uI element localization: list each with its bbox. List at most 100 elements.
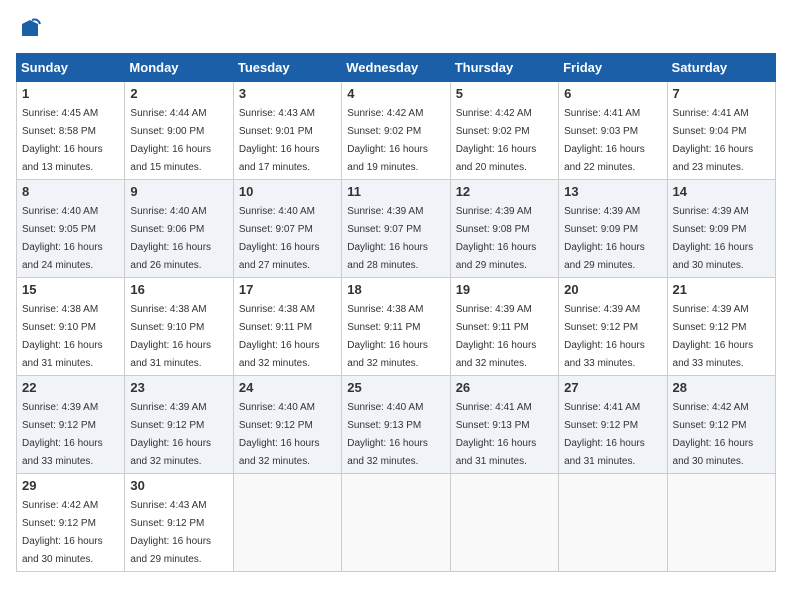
day-info: Sunrise: 4:39 AM Sunset: 9:09 PM Dayligh… — [673, 206, 754, 271]
day-info: Sunrise: 4:39 AM Sunset: 9:12 PM Dayligh… — [564, 304, 645, 369]
week-row-5: 29 Sunrise: 4:42 AM Sunset: 9:12 PM Dayl… — [17, 474, 776, 572]
calendar-cell: 5 Sunrise: 4:42 AM Sunset: 9:02 PM Dayli… — [450, 82, 558, 180]
calendar-cell: 8 Sunrise: 4:40 AM Sunset: 9:05 PM Dayli… — [17, 180, 125, 278]
calendar-cell: 26 Sunrise: 4:41 AM Sunset: 9:13 PM Dayl… — [450, 376, 558, 474]
logo-icon — [18, 16, 42, 40]
day-info: Sunrise: 4:42 AM Sunset: 9:12 PM Dayligh… — [22, 500, 103, 565]
day-info: Sunrise: 4:41 AM Sunset: 9:04 PM Dayligh… — [673, 108, 754, 173]
day-info: Sunrise: 4:41 AM Sunset: 9:13 PM Dayligh… — [456, 402, 537, 467]
calendar-cell: 1 Sunrise: 4:45 AM Sunset: 8:58 PM Dayli… — [17, 82, 125, 180]
day-info: Sunrise: 4:39 AM Sunset: 9:11 PM Dayligh… — [456, 304, 537, 369]
calendar-cell: 9 Sunrise: 4:40 AM Sunset: 9:06 PM Dayli… — [125, 180, 233, 278]
day-number: 9 — [130, 184, 227, 199]
calendar-cell: 17 Sunrise: 4:38 AM Sunset: 9:11 PM Dayl… — [233, 278, 341, 376]
day-number: 4 — [347, 86, 444, 101]
day-number: 15 — [22, 282, 119, 297]
day-info: Sunrise: 4:39 AM Sunset: 9:12 PM Dayligh… — [22, 402, 103, 467]
day-header-saturday: Saturday — [667, 54, 775, 82]
calendar-cell: 6 Sunrise: 4:41 AM Sunset: 9:03 PM Dayli… — [559, 82, 667, 180]
day-number: 5 — [456, 86, 553, 101]
day-info: Sunrise: 4:41 AM Sunset: 9:03 PM Dayligh… — [564, 108, 645, 173]
day-info: Sunrise: 4:38 AM Sunset: 9:11 PM Dayligh… — [239, 304, 320, 369]
day-info: Sunrise: 4:44 AM Sunset: 9:00 PM Dayligh… — [130, 108, 211, 173]
day-number: 19 — [456, 282, 553, 297]
calendar-cell — [450, 474, 558, 572]
day-number: 2 — [130, 86, 227, 101]
calendar-cell: 4 Sunrise: 4:42 AM Sunset: 9:02 PM Dayli… — [342, 82, 450, 180]
day-info: Sunrise: 4:42 AM Sunset: 9:02 PM Dayligh… — [347, 108, 428, 173]
day-info: Sunrise: 4:38 AM Sunset: 9:10 PM Dayligh… — [22, 304, 103, 369]
day-number: 14 — [673, 184, 770, 199]
day-number: 26 — [456, 380, 553, 395]
day-header-sunday: Sunday — [17, 54, 125, 82]
day-info: Sunrise: 4:40 AM Sunset: 9:05 PM Dayligh… — [22, 206, 103, 271]
day-info: Sunrise: 4:40 AM Sunset: 9:12 PM Dayligh… — [239, 402, 320, 467]
calendar-cell: 30 Sunrise: 4:43 AM Sunset: 9:12 PM Dayl… — [125, 474, 233, 572]
calendar-cell — [233, 474, 341, 572]
calendar-cell — [667, 474, 775, 572]
calendar-cell: 19 Sunrise: 4:39 AM Sunset: 9:11 PM Dayl… — [450, 278, 558, 376]
calendar-cell: 20 Sunrise: 4:39 AM Sunset: 9:12 PM Dayl… — [559, 278, 667, 376]
day-info: Sunrise: 4:42 AM Sunset: 9:02 PM Dayligh… — [456, 108, 537, 173]
day-number: 18 — [347, 282, 444, 297]
calendar-cell: 7 Sunrise: 4:41 AM Sunset: 9:04 PM Dayli… — [667, 82, 775, 180]
calendar-cell — [342, 474, 450, 572]
day-info: Sunrise: 4:39 AM Sunset: 9:09 PM Dayligh… — [564, 206, 645, 271]
day-info: Sunrise: 4:39 AM Sunset: 9:12 PM Dayligh… — [673, 304, 754, 369]
day-number: 23 — [130, 380, 227, 395]
day-header-monday: Monday — [125, 54, 233, 82]
day-number: 29 — [22, 478, 119, 493]
day-number: 20 — [564, 282, 661, 297]
day-info: Sunrise: 4:38 AM Sunset: 9:10 PM Dayligh… — [130, 304, 211, 369]
calendar-cell: 27 Sunrise: 4:41 AM Sunset: 9:12 PM Dayl… — [559, 376, 667, 474]
day-number: 30 — [130, 478, 227, 493]
calendar-cell: 23 Sunrise: 4:39 AM Sunset: 9:12 PM Dayl… — [125, 376, 233, 474]
day-info: Sunrise: 4:39 AM Sunset: 9:08 PM Dayligh… — [456, 206, 537, 271]
day-info: Sunrise: 4:40 AM Sunset: 9:13 PM Dayligh… — [347, 402, 428, 467]
calendar: SundayMondayTuesdayWednesdayThursdayFrid… — [16, 53, 776, 572]
week-row-1: 1 Sunrise: 4:45 AM Sunset: 8:58 PM Dayli… — [17, 82, 776, 180]
day-info: Sunrise: 4:45 AM Sunset: 8:58 PM Dayligh… — [22, 108, 103, 173]
calendar-cell: 21 Sunrise: 4:39 AM Sunset: 9:12 PM Dayl… — [667, 278, 775, 376]
logo — [16, 16, 42, 45]
day-number: 17 — [239, 282, 336, 297]
day-number: 24 — [239, 380, 336, 395]
calendar-cell: 3 Sunrise: 4:43 AM Sunset: 9:01 PM Dayli… — [233, 82, 341, 180]
calendar-cell: 15 Sunrise: 4:38 AM Sunset: 9:10 PM Dayl… — [17, 278, 125, 376]
day-info: Sunrise: 4:41 AM Sunset: 9:12 PM Dayligh… — [564, 402, 645, 467]
day-number: 7 — [673, 86, 770, 101]
day-info: Sunrise: 4:39 AM Sunset: 9:12 PM Dayligh… — [130, 402, 211, 467]
calendar-cell: 2 Sunrise: 4:44 AM Sunset: 9:00 PM Dayli… — [125, 82, 233, 180]
day-header-tuesday: Tuesday — [233, 54, 341, 82]
day-number: 27 — [564, 380, 661, 395]
calendar-cell: 18 Sunrise: 4:38 AM Sunset: 9:11 PM Dayl… — [342, 278, 450, 376]
header — [16, 16, 776, 45]
calendar-cell: 12 Sunrise: 4:39 AM Sunset: 9:08 PM Dayl… — [450, 180, 558, 278]
day-header-thursday: Thursday — [450, 54, 558, 82]
day-info: Sunrise: 4:38 AM Sunset: 9:11 PM Dayligh… — [347, 304, 428, 369]
day-number: 28 — [673, 380, 770, 395]
calendar-cell: 11 Sunrise: 4:39 AM Sunset: 9:07 PM Dayl… — [342, 180, 450, 278]
calendar-cell: 16 Sunrise: 4:38 AM Sunset: 9:10 PM Dayl… — [125, 278, 233, 376]
week-row-3: 15 Sunrise: 4:38 AM Sunset: 9:10 PM Dayl… — [17, 278, 776, 376]
day-number: 3 — [239, 86, 336, 101]
day-number: 11 — [347, 184, 444, 199]
day-number: 8 — [22, 184, 119, 199]
calendar-cell: 13 Sunrise: 4:39 AM Sunset: 9:09 PM Dayl… — [559, 180, 667, 278]
day-number: 25 — [347, 380, 444, 395]
calendar-cell: 25 Sunrise: 4:40 AM Sunset: 9:13 PM Dayl… — [342, 376, 450, 474]
calendar-cell: 24 Sunrise: 4:40 AM Sunset: 9:12 PM Dayl… — [233, 376, 341, 474]
week-row-4: 22 Sunrise: 4:39 AM Sunset: 9:12 PM Dayl… — [17, 376, 776, 474]
day-info: Sunrise: 4:42 AM Sunset: 9:12 PM Dayligh… — [673, 402, 754, 467]
calendar-cell: 29 Sunrise: 4:42 AM Sunset: 9:12 PM Dayl… — [17, 474, 125, 572]
day-number: 12 — [456, 184, 553, 199]
calendar-cell: 10 Sunrise: 4:40 AM Sunset: 9:07 PM Dayl… — [233, 180, 341, 278]
day-number: 22 — [22, 380, 119, 395]
day-header-friday: Friday — [559, 54, 667, 82]
day-number: 16 — [130, 282, 227, 297]
calendar-cell: 22 Sunrise: 4:39 AM Sunset: 9:12 PM Dayl… — [17, 376, 125, 474]
day-info: Sunrise: 4:43 AM Sunset: 9:12 PM Dayligh… — [130, 500, 211, 565]
day-number: 10 — [239, 184, 336, 199]
day-info: Sunrise: 4:39 AM Sunset: 9:07 PM Dayligh… — [347, 206, 428, 271]
calendar-cell: 14 Sunrise: 4:39 AM Sunset: 9:09 PM Dayl… — [667, 180, 775, 278]
